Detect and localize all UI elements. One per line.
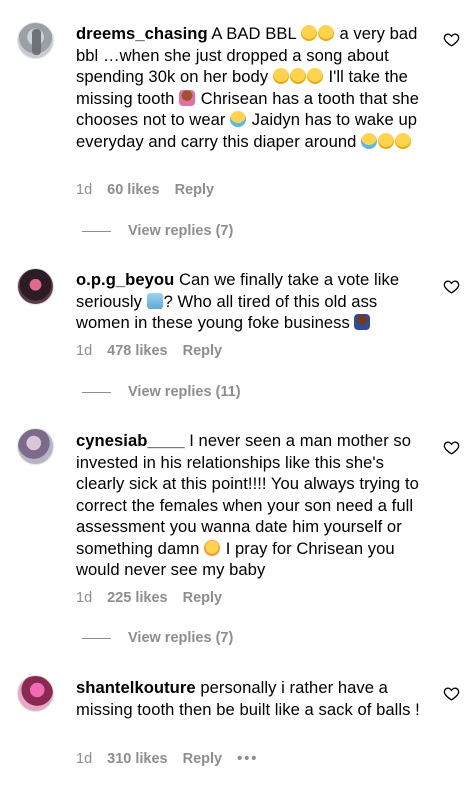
divider-line [82, 391, 111, 393]
comment-time: 1d [76, 590, 93, 606]
reply-button[interactable]: Reply [183, 590, 223, 606]
divider-line [82, 230, 111, 232]
more-options-button[interactable]: ••• [237, 751, 258, 767]
comment-meta: 1d 310 likes Reply ••• [76, 751, 258, 767]
laughing-emoji-icon [289, 68, 306, 84]
laughing-emoji-icon [395, 132, 412, 149]
comment-text: o.p.g_beyou Can we finally take a vote l… [76, 269, 431, 334]
view-replies-label: View replies (7) [128, 630, 234, 646]
heart-outline-icon[interactable] [443, 439, 460, 456]
view-replies-label: View replies (7) [128, 223, 234, 239]
view-replies-button[interactable]: View replies (11) [82, 384, 241, 400]
view-replies-label: View replies (11) [128, 384, 241, 400]
heart-outline-icon[interactable] [443, 31, 460, 48]
dizzy-face-emoji-icon [204, 539, 221, 556]
reply-button[interactable]: Reply [183, 751, 223, 767]
likes-count[interactable]: 60 likes [107, 182, 159, 198]
likes-count[interactable]: 310 likes [107, 751, 167, 767]
facepalm-emoji-icon [179, 89, 196, 106]
comment-time: 1d [76, 751, 93, 767]
comment-meta: 1d 478 likes Reply [76, 343, 222, 359]
avatar[interactable] [17, 428, 54, 465]
avatar[interactable] [17, 22, 54, 59]
raising-hand-emoji-icon [354, 314, 371, 330]
reply-button[interactable]: Reply [175, 182, 215, 198]
comment-meta: 1d 60 likes Reply [76, 182, 214, 198]
comment-text: cynesiab____ I never seen a man mother s… [76, 430, 431, 581]
crying-emoji-icon [230, 111, 247, 127]
comment-username[interactable]: o.p.g_beyou [76, 270, 174, 289]
comment-body-part: A BAD BBL [211, 24, 301, 43]
avatar[interactable] [17, 675, 54, 712]
comment-meta: 1d 225 likes Reply [76, 590, 222, 606]
comment-username[interactable]: shantelkouture [76, 678, 196, 697]
comment-time: 1d [76, 182, 93, 198]
ballot-box-emoji-icon [146, 292, 163, 309]
view-replies-button[interactable]: View replies (7) [82, 223, 233, 239]
heart-outline-icon[interactable] [443, 278, 460, 295]
laughing-emoji-icon [300, 25, 317, 41]
avatar[interactable] [17, 268, 54, 305]
crying-emoji-icon [361, 132, 378, 149]
comment-time: 1d [76, 343, 93, 359]
laughing-emoji-icon [317, 25, 334, 41]
comment-username[interactable]: cynesiab____ [76, 431, 185, 450]
comment-text: dreems_chasing A BAD BBL a very bad bbl … [76, 23, 431, 152]
divider-line [82, 637, 111, 639]
laughing-emoji-icon [306, 68, 323, 84]
heart-outline-icon[interactable] [443, 685, 460, 702]
likes-count[interactable]: 478 likes [107, 343, 167, 359]
comment-username[interactable]: dreems_chasing [76, 24, 208, 43]
likes-count[interactable]: 225 likes [107, 590, 167, 606]
laughing-emoji-icon [378, 132, 395, 149]
laughing-emoji-icon [272, 68, 289, 84]
view-replies-button[interactable]: View replies (7) [82, 630, 233, 646]
comment-text: shantelkouture personally i rather have … [76, 677, 431, 720]
reply-button[interactable]: Reply [183, 343, 223, 359]
